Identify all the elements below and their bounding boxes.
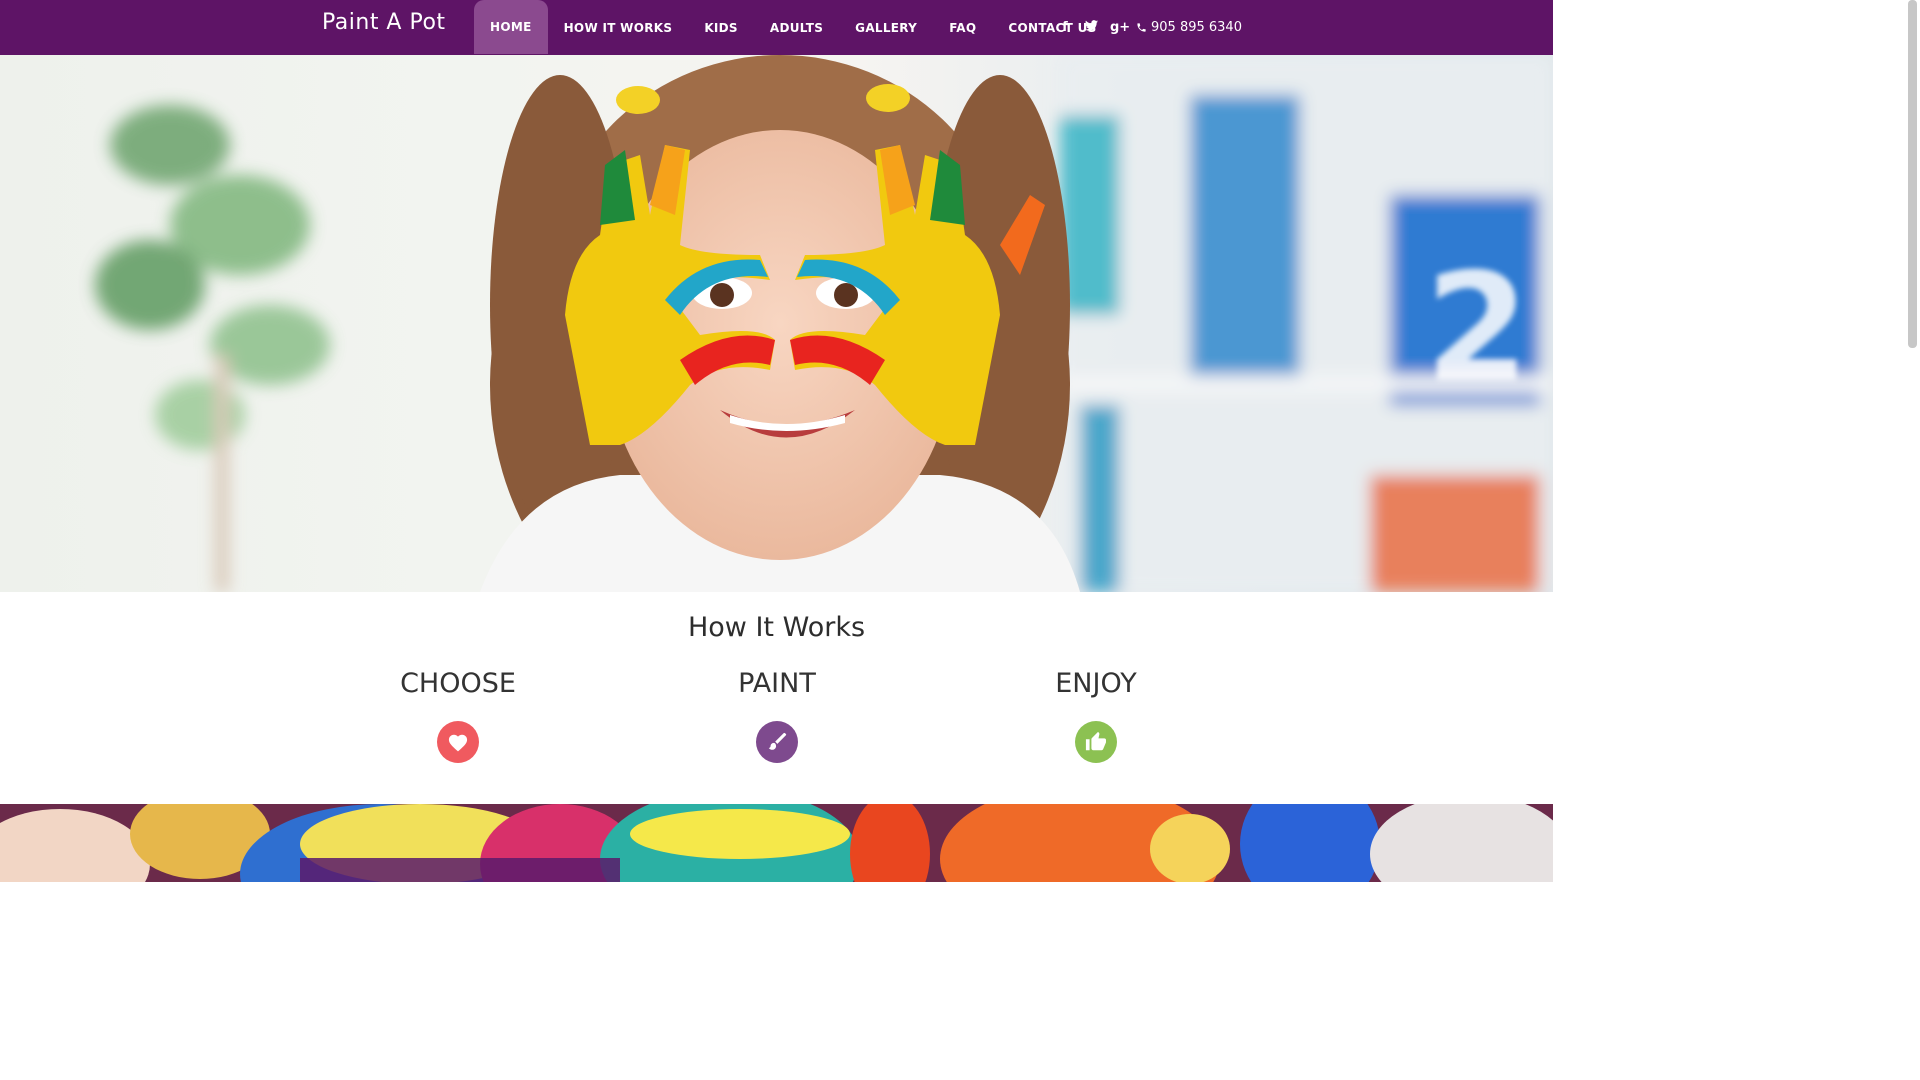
hero-image: 2 <box>0 55 1553 592</box>
step-label: PAINT <box>738 668 816 699</box>
phone-number: 905 895 6340 <box>1151 20 1242 35</box>
heart-icon[interactable] <box>437 721 479 763</box>
thumbs-up-shape <box>1085 731 1107 751</box>
vertical-scrollbar[interactable] <box>1905 0 1920 882</box>
step-choose: CHOOSE <box>338 668 578 763</box>
step-enjoy: ENJOY <box>976 668 1216 763</box>
twitter-bird-shape <box>1084 20 1098 31</box>
step-label: ENJOY <box>1055 668 1137 699</box>
section-title: How It Works <box>687 612 866 643</box>
nav-item-adults[interactable]: ADULTS <box>754 0 839 55</box>
how-it-works-section: How It Works CHOOSE PAINT ENJOY <box>0 592 1553 804</box>
paintbrush-icon[interactable] <box>756 721 798 763</box>
twitter-icon[interactable] <box>1084 20 1098 35</box>
hero-illustration: 2 <box>95 55 1553 592</box>
phone-contact[interactable]: 905 895 6340 <box>1136 20 1242 35</box>
step-label: CHOOSE <box>400 668 516 699</box>
nav-item-faq[interactable]: FAQ <box>933 0 992 55</box>
social-links: f g+ 905 895 6340 <box>1058 0 1242 55</box>
google-plus-icon[interactable]: g+ <box>1110 20 1130 35</box>
main-nav: HOME HOW IT WORKS KIDS ADULTS GALLERY FA… <box>474 0 1113 55</box>
paintbrush-shape <box>768 732 787 750</box>
brand-logo[interactable]: Paint A Pot <box>322 10 446 35</box>
step-paint: PAINT <box>657 668 897 763</box>
facebook-icon[interactable]: f <box>1058 20 1072 35</box>
pottery-illustration <box>0 804 1553 882</box>
nav-item-gallery[interactable]: GALLERY <box>839 0 933 55</box>
heart-shape <box>448 734 468 752</box>
nav-item-kids[interactable]: KIDS <box>688 0 754 55</box>
pottery-banner-image <box>0 804 1553 882</box>
nav-item-home[interactable]: HOME <box>474 0 548 54</box>
phone-icon <box>1137 23 1146 32</box>
number-two-block: 2 <box>1425 242 1529 416</box>
thumbs-up-icon[interactable] <box>1075 721 1117 763</box>
scrollbar-thumb[interactable] <box>1908 0 1917 348</box>
top-navbar: Paint A Pot HOME HOW IT WORKS KIDS ADULT… <box>0 0 1553 55</box>
nav-item-how-it-works[interactable]: HOW IT WORKS <box>548 0 689 55</box>
